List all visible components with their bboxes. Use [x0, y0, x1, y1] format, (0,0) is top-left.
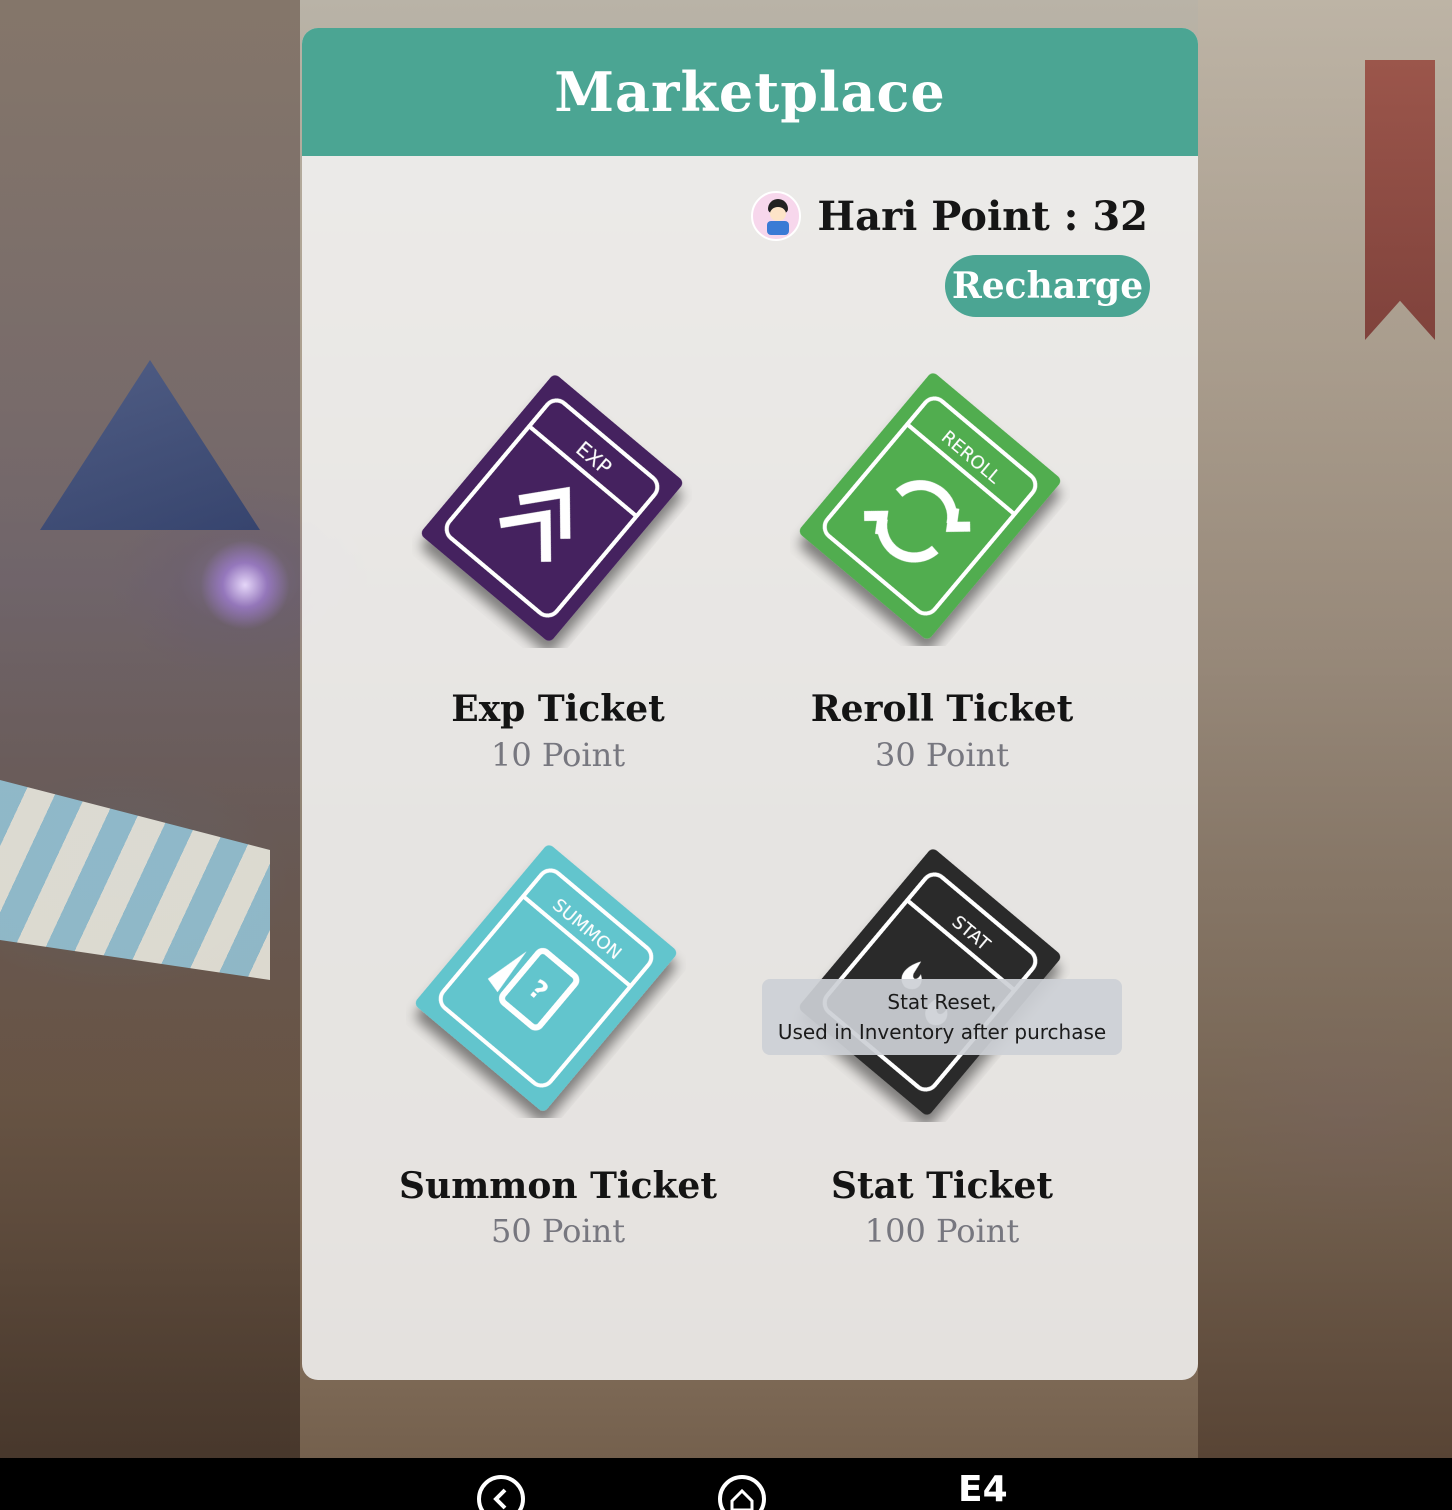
- summon-ticket-image[interactable]: SUMMON ?: [406, 838, 686, 1118]
- home-icon[interactable]: [717, 1474, 767, 1510]
- recharge-button[interactable]: Recharge: [945, 255, 1150, 317]
- tooltip-line: Stat Reset,: [887, 990, 997, 1014]
- item-name: Exp Ticket: [451, 688, 665, 730]
- item-price: 30 Point: [874, 736, 1010, 774]
- back-icon[interactable]: [476, 1474, 526, 1510]
- item-price: 10 Point: [490, 736, 626, 774]
- item-tooltip: Stat Reset, Used in Inventory after purc…: [762, 979, 1122, 1055]
- item-price: 50 Point: [490, 1212, 626, 1250]
- points-label: Hari Point : 32: [817, 192, 1148, 240]
- points-display: Hari Point : 32: [751, 191, 1148, 241]
- item-name: Reroll Ticket: [810, 688, 1074, 730]
- reroll-ticket-image[interactable]: REROLL: [790, 366, 1070, 646]
- item-price: 100 Point: [864, 1212, 1020, 1250]
- bottom-navbar: E4: [0, 1458, 1452, 1510]
- marketplace-panel: Marketplace Hari Point : 32 Recharge EXP…: [302, 28, 1198, 1380]
- avatar: [751, 191, 802, 241]
- panel-header: Marketplace: [302, 28, 1198, 156]
- page-title: Marketplace: [554, 60, 946, 124]
- tooltip-line: Used in Inventory after purchase: [777, 1020, 1107, 1044]
- brand-logo[interactable]: E4: [958, 1472, 1008, 1508]
- item-name: Summon Ticket: [399, 1165, 717, 1207]
- exp-ticket-image[interactable]: EXP: [412, 368, 692, 648]
- background-banner: [1365, 60, 1435, 340]
- item-name: Stat Ticket: [831, 1165, 1053, 1207]
- background-magic-orb: [200, 540, 290, 630]
- background-scenery-left: [0, 0, 300, 1460]
